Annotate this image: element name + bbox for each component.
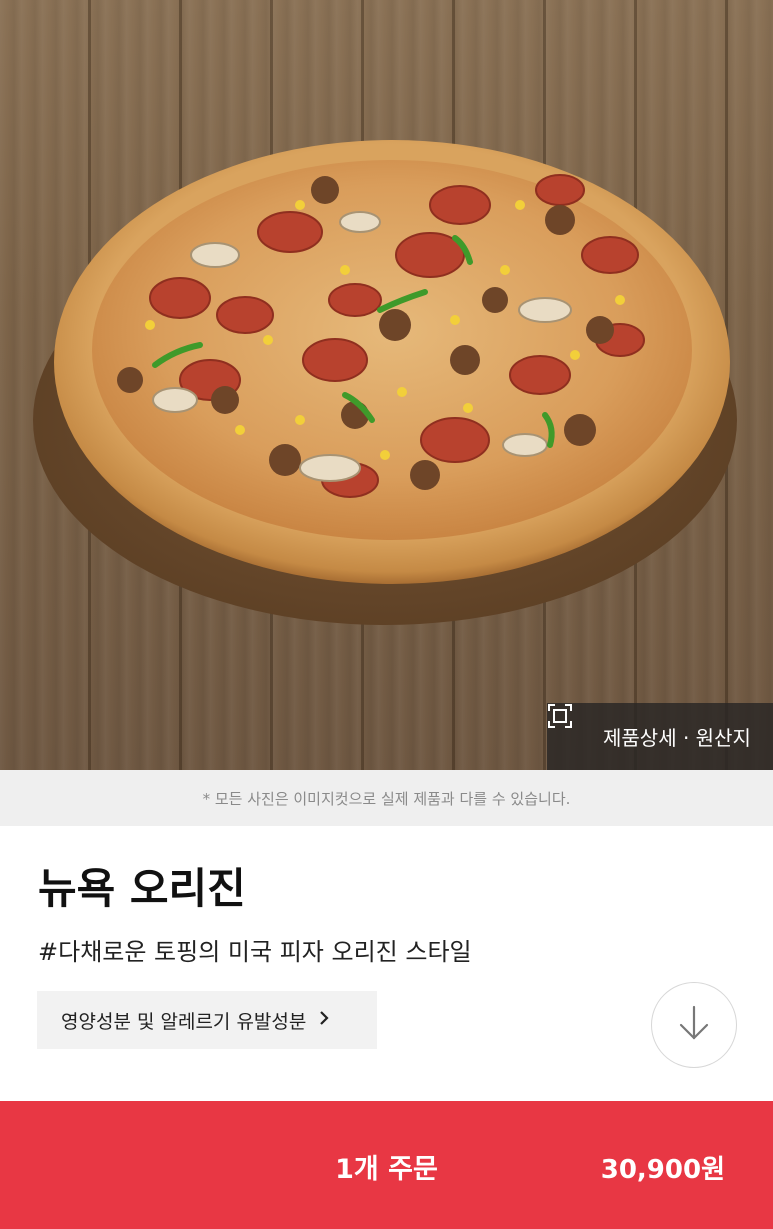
pizza-illustration (33, 140, 737, 625)
nutrition-allergen-button[interactable]: 영양성분 및 알레르기 유발성분 (37, 991, 377, 1049)
expand-frame-icon (548, 704, 593, 750)
nutrition-button-label: 영양성분 및 알레르기 유발성분 (61, 1010, 307, 1033)
image-disclaimer: * 모든 사진은 이미지컷으로 실제 제품과 다를 수 있습니다. (0, 770, 773, 826)
product-name: 뉴욕 오리진 (38, 864, 246, 913)
detail-button-label: 제품상세 · 원산지 (603, 726, 751, 750)
product-detail-origin-button[interactable]: 제품상세 · 원산지 (547, 703, 773, 770)
chevron-right-icon (318, 1008, 330, 1032)
order-button[interactable]: 1개 주문 30,900원 (0, 1101, 773, 1229)
scroll-down-button[interactable] (651, 982, 737, 1068)
product-image: 제품상세 · 원산지 (0, 0, 773, 770)
product-tagline: #다채로운 토핑의 미국 피자 오리진 스타일 (38, 938, 472, 966)
order-price: 30,900원 (600, 1155, 725, 1185)
arrow-down-icon (677, 1004, 711, 1046)
